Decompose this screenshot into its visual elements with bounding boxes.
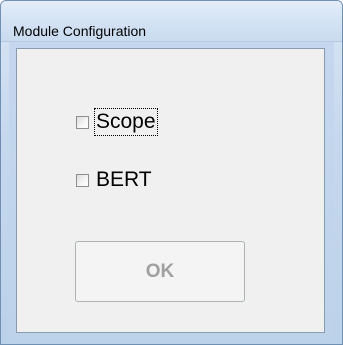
bert-checkbox[interactable] — [76, 173, 89, 187]
title-bar[interactable]: Module Configuration — [1, 1, 342, 42]
bert-label[interactable]: BERT — [95, 167, 153, 193]
bert-option[interactable]: BERT — [58, 166, 153, 194]
scope-option[interactable]: Scope — [58, 108, 158, 136]
scope-label[interactable]: Scope — [94, 108, 158, 136]
ok-button[interactable]: OK — [75, 241, 245, 302]
window-title: Module Configuration — [13, 23, 147, 39]
scope-checkbox[interactable] — [76, 115, 89, 129]
